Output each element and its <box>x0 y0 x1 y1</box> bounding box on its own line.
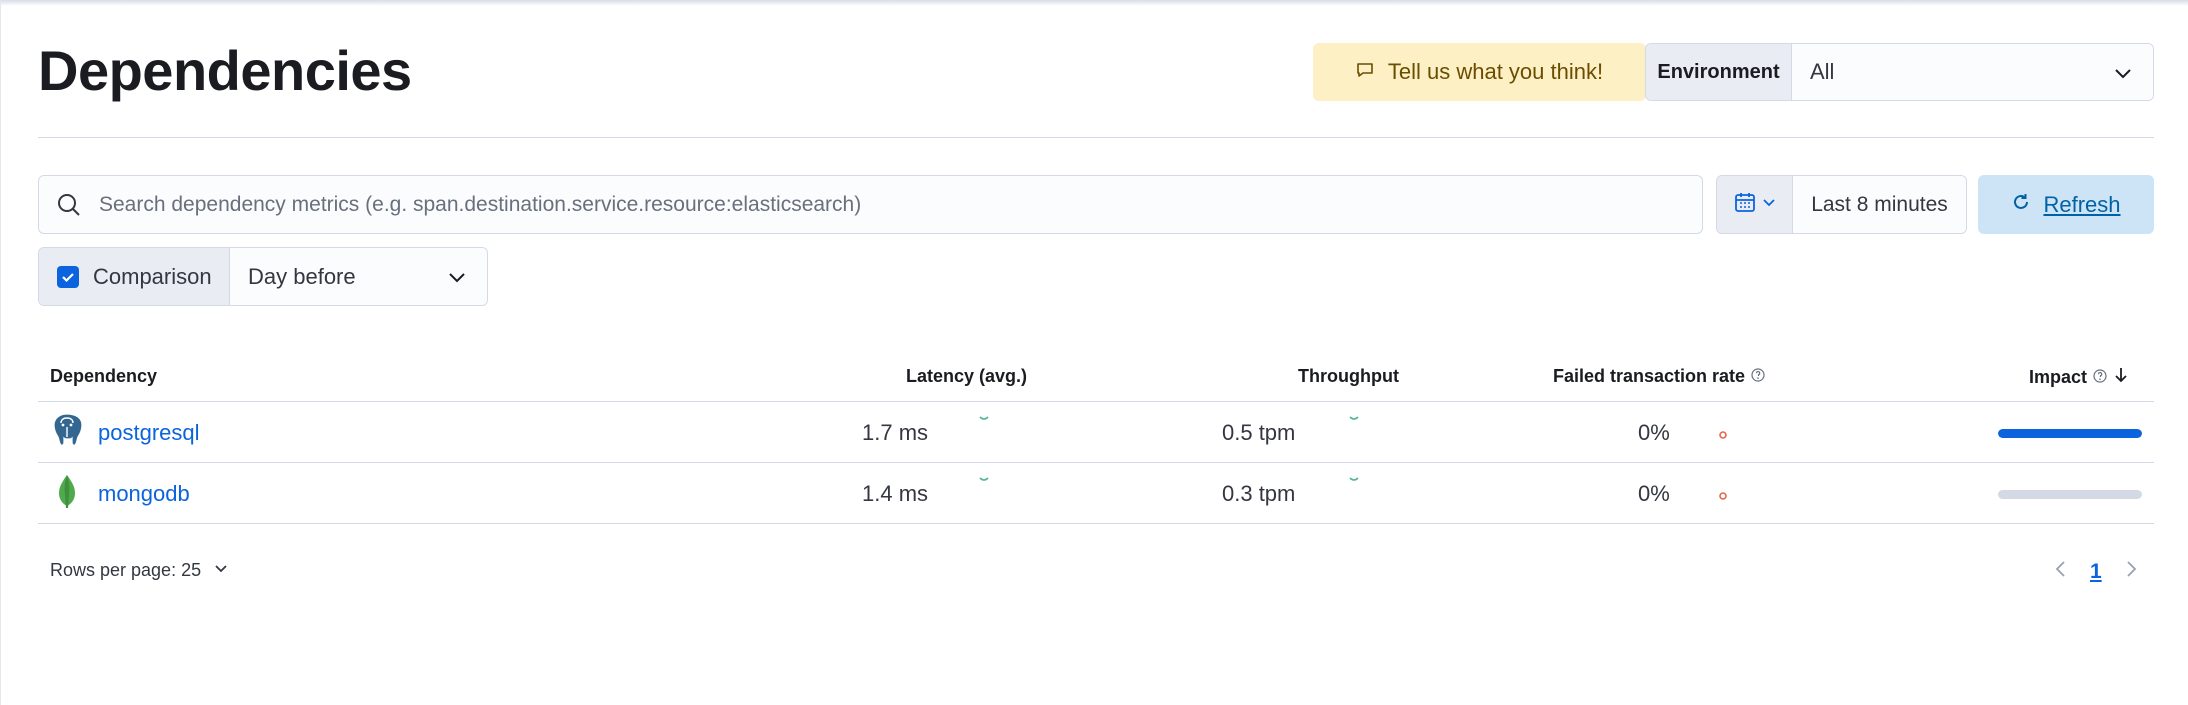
calendar-icon <box>1734 191 1756 218</box>
feedback-button[interactable]: Tell us what you think! <box>1313 43 1646 101</box>
column-header-dependency[interactable]: Dependency <box>50 366 157 387</box>
date-range-display[interactable]: Last 8 minutes <box>1793 176 1966 233</box>
feedback-label: Tell us what you think! <box>1387 59 1604 84</box>
failed-rate-sparkline <box>1718 427 1728 445</box>
environment-label: Environment <box>1646 44 1792 100</box>
dependency-link[interactable]: mongodb <box>98 481 190 507</box>
postgresql-icon <box>48 411 86 455</box>
table-row: mongodb 1.4 ms 0.3 tpm 0% <box>38 463 2154 524</box>
failed-rate-sparkline <box>1718 488 1728 506</box>
refresh-icon <box>2011 192 2031 217</box>
page-header: Dependencies Tell us what you think! Env… <box>38 0 2154 138</box>
dependency-name-cell: mongodb <box>98 463 190 524</box>
chevron-down-icon <box>1762 195 1776 214</box>
column-label: Dependency <box>50 366 158 386</box>
pagination: 1 <box>2054 559 2138 584</box>
table-row: postgresql 1.7 ms 0.5 tpm 0% <box>38 402 2154 463</box>
search-input[interactable] <box>99 192 1659 217</box>
page-number-button[interactable]: 1 <box>2090 560 2102 584</box>
throughput-sparkline <box>1348 471 1360 489</box>
mongodb-icon <box>48 472 86 516</box>
failed-rate-value: 0% <box>1638 480 1670 506</box>
column-label: Throughput <box>1298 366 1399 386</box>
page-title: Dependencies <box>38 39 412 102</box>
column-label: Latency (avg.) <box>906 366 1028 386</box>
date-picker[interactable]: Last 8 minutes <box>1716 175 1967 234</box>
comparison-select[interactable]: Day before <box>230 248 487 305</box>
info-icon[interactable] <box>1751 366 1765 387</box>
column-label: Failed transaction rate <box>1553 366 1746 386</box>
rows-per-page-label: Rows per page: 25 <box>50 560 202 580</box>
refresh-label: Refresh <box>2043 191 2121 217</box>
environment-value: All <box>1810 59 1835 84</box>
impact-bar-fill <box>1998 429 2142 438</box>
comparison-value: Day before <box>248 263 356 289</box>
comparison-control: Comparison Day before <box>38 247 488 306</box>
failed-rate-value: 0% <box>1638 419 1670 445</box>
dependencies-table: Dependency Latency (avg.) Throughput Fai… <box>38 356 2154 524</box>
quick-select-button[interactable] <box>1717 176 1793 233</box>
info-icon[interactable] <box>2093 367 2107 388</box>
environment-dropdown[interactable]: All <box>1792 44 2153 100</box>
refresh-button[interactable]: Refresh <box>1978 175 2154 234</box>
dependency-link[interactable]: postgresql <box>98 420 200 446</box>
dependency-cell <box>48 463 86 524</box>
rows-per-page-button[interactable]: Rows per page: 25 <box>50 560 229 581</box>
left-divider <box>0 0 1 705</box>
column-label: Impact <box>2029 367 2088 387</box>
chevron-left-icon[interactable] <box>2054 559 2068 584</box>
search-bar[interactable] <box>38 175 1703 234</box>
latency-value: 1.4 ms <box>862 480 929 506</box>
column-header-latency[interactable]: Latency (avg.) <box>906 366 1027 387</box>
latency-sparkline <box>978 471 990 489</box>
chevron-down-icon <box>2113 63 2133 89</box>
chevron-down-icon <box>213 560 229 581</box>
throughput-sparkline <box>1348 410 1360 428</box>
impact-bar <box>1998 429 2142 438</box>
comparison-label: Comparison <box>93 263 212 289</box>
column-header-throughput[interactable]: Throughput <box>1298 366 1399 387</box>
environment-select[interactable]: Environment All <box>1645 43 2154 101</box>
column-header-impact[interactable]: Impact <box>2029 366 2129 389</box>
dependency-name-cell: postgresql <box>98 402 200 463</box>
throughput-value: 0.5 tpm <box>1222 419 1296 445</box>
chevron-down-icon <box>447 267 467 293</box>
search-icon <box>55 191 83 219</box>
column-header-failed-rate[interactable]: Failed transaction rate <box>1553 366 1765 387</box>
table-header: Dependency Latency (avg.) Throughput Fai… <box>38 356 2154 402</box>
throughput-value: 0.3 tpm <box>1222 480 1296 506</box>
comment-icon <box>1356 61 1374 84</box>
comparison-toggle[interactable]: Comparison <box>39 248 230 305</box>
comparison-checkbox[interactable] <box>57 265 79 288</box>
latency-value: 1.7 ms <box>862 419 929 445</box>
impact-bar <box>1998 490 2142 499</box>
latency-sparkline <box>978 410 990 428</box>
sort-descending-icon[interactable] <box>2113 366 2129 389</box>
dependency-cell <box>48 402 86 463</box>
chevron-right-icon[interactable] <box>2124 559 2138 584</box>
